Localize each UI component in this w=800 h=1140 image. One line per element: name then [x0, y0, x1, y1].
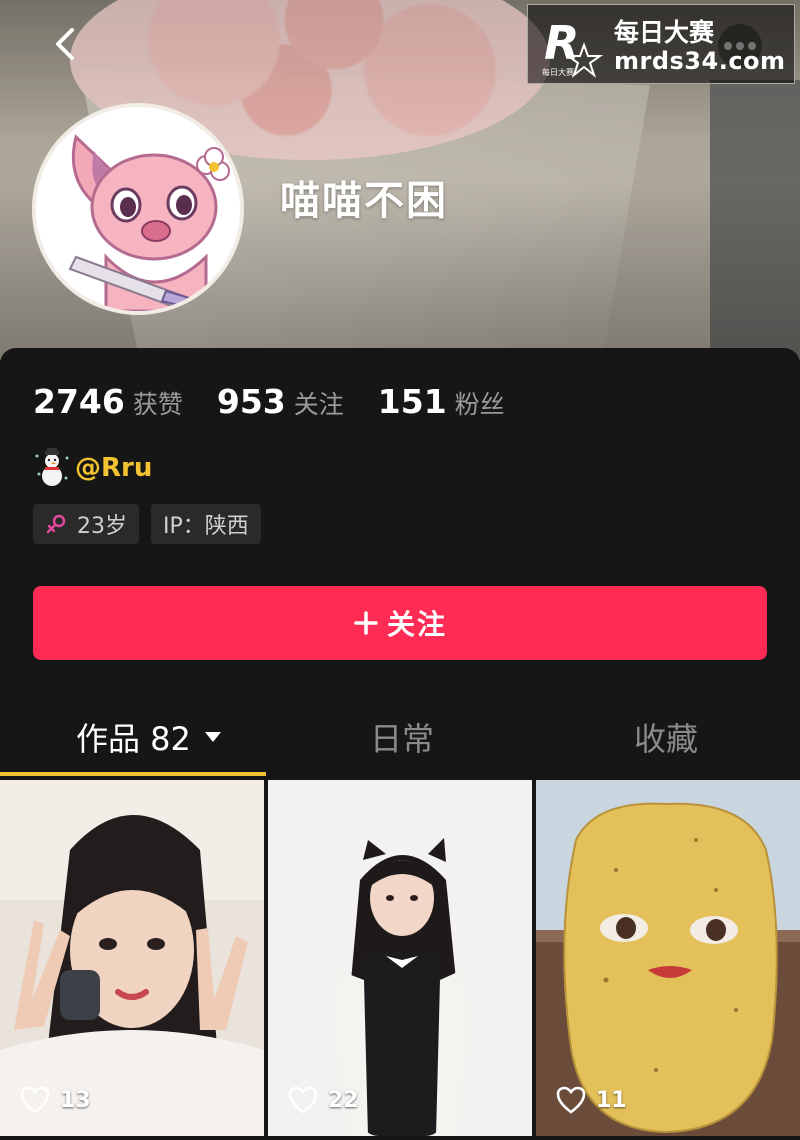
tab-favorites[interactable]: 收藏 [634, 714, 698, 760]
follow-label: 关注 [386, 608, 447, 641]
post-tile[interactable]: 11 [536, 780, 800, 1136]
post-likes: 11 [556, 1086, 627, 1114]
tab-favorites-label: 收藏 [634, 720, 699, 758]
plus-icon [354, 611, 378, 635]
stat-likes-label: 获赞 [132, 390, 183, 419]
age-tag: 23岁 [33, 504, 139, 544]
post-like-count: 22 [328, 1087, 359, 1113]
stat-followers-value: 151 [377, 382, 447, 421]
post-thumbnail-potato-face [536, 780, 800, 1136]
post-likes: 22 [288, 1086, 359, 1114]
back-button[interactable] [44, 22, 88, 66]
post-like-count: 13 [60, 1087, 91, 1113]
ip-tag: IP：陕西 [151, 504, 261, 544]
follow-button[interactable]: 关注 [33, 586, 767, 660]
tab-daily-label: 日常 [370, 720, 435, 758]
chevron-left-icon [56, 28, 74, 60]
avatar-cartoon [36, 107, 240, 311]
caret-down-icon [204, 732, 221, 742]
active-tab-indicator [0, 772, 266, 776]
watermark-url: mrds34.com [614, 47, 786, 75]
snowman-icon [35, 448, 69, 486]
tab-works[interactable]: 作品 82 [76, 714, 223, 760]
post-tile[interactable]: 13 [0, 780, 264, 1136]
post-likes: 13 [20, 1086, 91, 1114]
female-gender-icon [46, 514, 66, 534]
stat-likes[interactable]: 2746 获赞 [33, 382, 183, 421]
svg-text:R: R [544, 16, 579, 70]
tab-works-label: 作品 82 [76, 720, 191, 758]
posts-grid: 13 22 11 [0, 778, 800, 1140]
heart-outline-icon [288, 1086, 318, 1114]
watermark-logo: R 每日大赛 [542, 16, 604, 78]
stats-row: 2746 获赞 953 关注 151 粉丝 [33, 382, 539, 421]
ip-label: IP：陕西 [163, 514, 249, 539]
profile-tags: 23岁 IP：陕西 [33, 504, 273, 544]
svg-text:每日大赛: 每日大赛 [542, 67, 574, 77]
stat-followers-label: 粉丝 [454, 390, 505, 419]
watermark-title: 每日大赛 [614, 18, 715, 47]
stat-following-value: 953 [216, 382, 286, 421]
user-handle[interactable]: @Rru [75, 453, 152, 483]
stat-followers[interactable]: 151 粉丝 [378, 382, 505, 421]
post-thumbnail-girl-peace [0, 780, 264, 1136]
display-name: 喵喵不困 [280, 178, 448, 224]
avatar[interactable] [32, 103, 244, 315]
heart-outline-icon [556, 1086, 586, 1114]
stat-likes-value: 2746 [33, 382, 125, 421]
heart-outline-icon [20, 1086, 50, 1114]
post-like-count: 11 [596, 1087, 627, 1113]
post-thumbnail-girl-cat-ears [268, 780, 532, 1136]
post-tile[interactable]: 22 [268, 780, 532, 1136]
age-label: 23岁 [77, 514, 127, 539]
handle-row: @Rru [33, 448, 152, 488]
stat-following-label: 关注 [293, 390, 344, 419]
content-tabs: 作品 82 日常 收藏 [0, 700, 800, 778]
tab-daily[interactable]: 日常 [370, 714, 434, 760]
stat-following[interactable]: 953 关注 [217, 382, 344, 421]
site-watermark: R 每日大赛 每日大赛 mrds34.com [527, 4, 795, 84]
